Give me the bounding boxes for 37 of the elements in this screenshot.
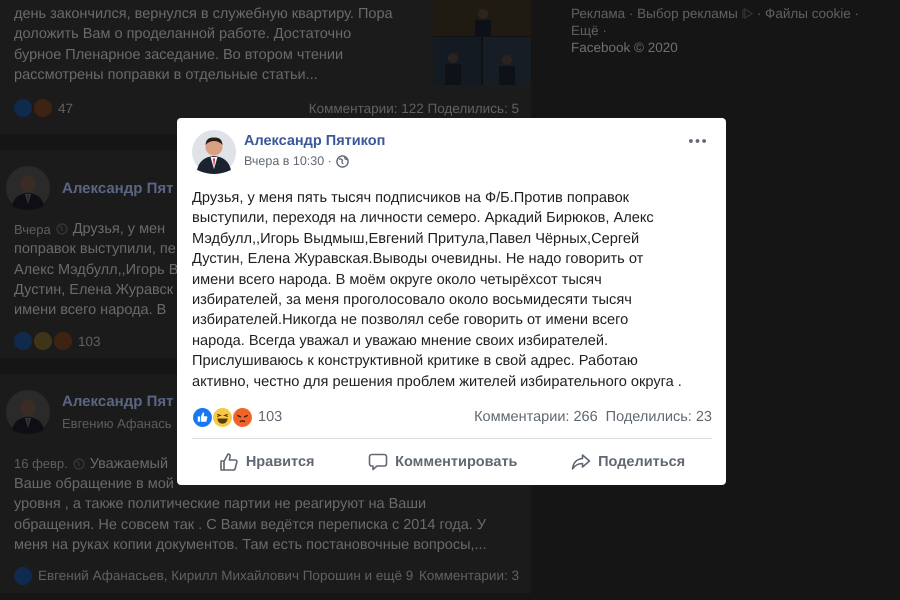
post-text-line: Дустин, Елена Журавск (14, 282, 174, 298)
post-time[interactable]: 16 февр. (14, 456, 68, 472)
post-time[interactable]: Вчера в 10:30 · (244, 154, 332, 168)
post-text-line: доложить Вам о проделанной работе. Достаточно (14, 26, 352, 42)
footer-link[interactable]: Ещё · (571, 23, 607, 38)
copyright-text: Facebook © 2020 (571, 40, 678, 55)
post-time[interactable]: Вчера (14, 222, 51, 237)
post-text-line: Уважаемый (90, 456, 168, 472)
reaction-count[interactable]: 103 (258, 409, 282, 426)
author-name[interactable]: Александр Пятикоп (244, 133, 681, 149)
comment-count[interactable]: Комментарии: 266 (474, 409, 598, 426)
footer-links[interactable]: Реклама · Выбор рекламы (571, 6, 738, 21)
post-text-line: меня на руках копии документов. Там есть постановочные вопросы,... (14, 536, 487, 553)
post-stats[interactable]: Комментарии: 122 Поделились: 5 (308, 100, 519, 116)
footer-links[interactable]: · Файлы cookie · (756, 6, 859, 21)
reaction-count[interactable]: 47 (58, 100, 74, 116)
author-name[interactable]: Александр Пят (62, 180, 174, 196)
post-stats[interactable]: Комментарии: 3 (418, 568, 519, 584)
recipient-name[interactable]: Евгению Афанась (62, 416, 174, 432)
post-text-line: день закончился, вернулся в служебную квартиру. Пора (14, 6, 393, 22)
share-button[interactable]: Поделиться (563, 448, 694, 476)
post-text-line: бурное Пленарное заседание. Во втором чтении (14, 46, 344, 63)
post-text-line: Друзья, у мен (72, 221, 166, 238)
post-text-line: рассмотрены поправки в отдельные статьи... (14, 67, 318, 84)
like-button[interactable]: Нравится (210, 448, 322, 476)
comment-button[interactable]: Комментировать (360, 448, 526, 476)
post-text-line: обращения. Не совсем так . С Вами ведётся переписка с 2014 года. У (14, 516, 486, 533)
author-name[interactable]: Александр Пят (62, 393, 174, 410)
likers-text[interactable]: Евгений Афанасьев, Кирилл Михайлович Порошин и ещё 9 (38, 568, 414, 584)
post-text-line: имени всего народа. В (14, 302, 166, 318)
share-count[interactable]: Поделились: 23 (606, 409, 712, 426)
reaction-count[interactable]: 103 (78, 334, 101, 349)
post-text-line: Ваше обращение в мой (14, 476, 174, 492)
post-text-line: уровня , а также политические партии не реагируют на Ваши (14, 496, 426, 512)
post-text-line: поправок выступили, пе (14, 241, 176, 258)
post-text: Друзья, у меня пять тысяч подписчиков на Ф/Б.Против поправок выступили, переходя на личности семеро. Аркадий Бирюков, Алекс Мэдбулл,,Игорь Выдмыш,Евгений Притула,Павел Чёрных,Сергей Дустин, Елена Журавская.Выводы очевидны. Не надо говорить от имени всего народа. В моём округе около четырёхсот тысяч избирателей, за меня проголосовало около восьмидесяти тысяч избирателей.Никогда не позволял себе говорить от имени всего народа. Всегда уважал и уважаю мнение своих избирателей. Прислушиваюсь к конструктивной критике в свой адрес. Работаю активно, честно для решения проблем жителей избирательного округа . (192, 189, 683, 392)
post-text-line: Алекс Мэдбулл,,Игорь В (14, 262, 178, 278)
